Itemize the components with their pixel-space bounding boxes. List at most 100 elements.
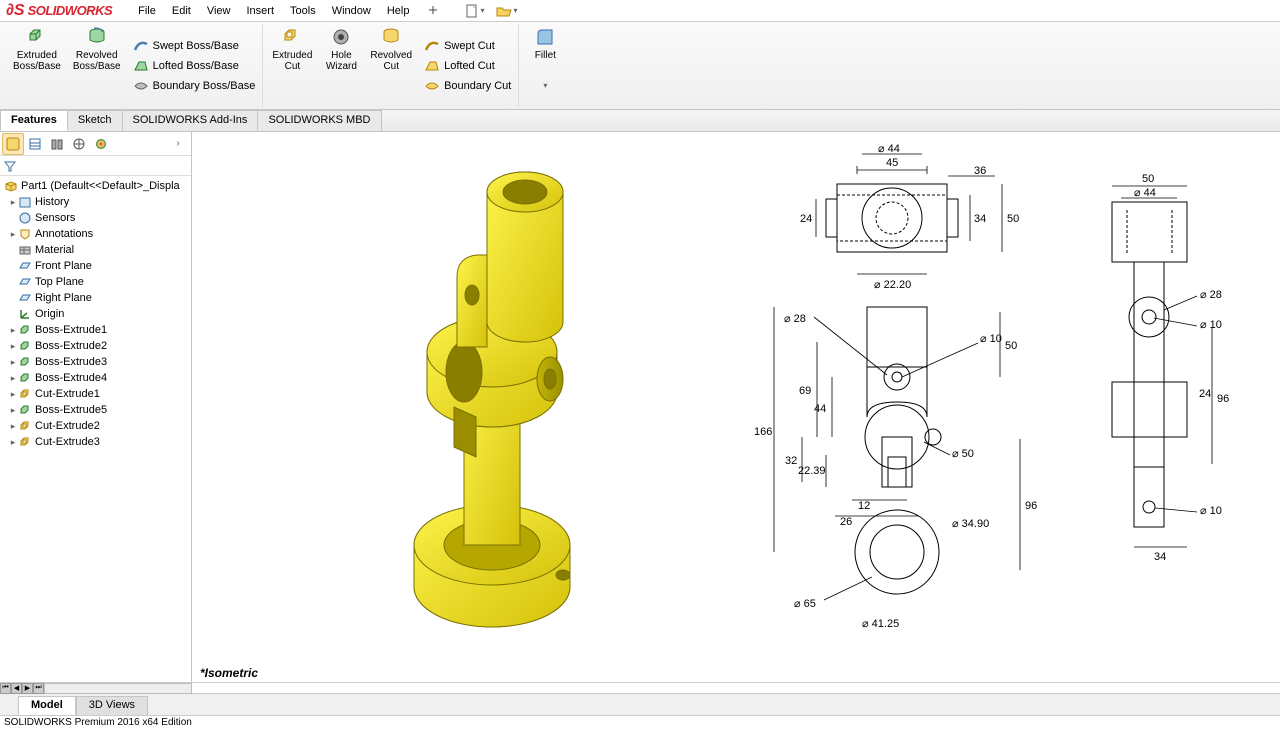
tree-item[interactable]: ▸Annotations <box>0 226 191 242</box>
tree-item[interactable]: ▸ Boss-Extrude3 <box>0 354 191 370</box>
lofted-cut-button[interactable]: Lofted Cut <box>420 57 515 75</box>
tree-item[interactable]: Front Plane <box>0 258 191 274</box>
boss-icon <box>18 355 32 369</box>
tab-model[interactable]: Model <box>18 696 76 715</box>
tree-item[interactable]: ▸Cut-Extrude3 <box>0 434 191 450</box>
svg-text:12: 12 <box>858 500 870 512</box>
filter-icon[interactable] <box>4 160 16 172</box>
svg-text:44: 44 <box>814 403 826 415</box>
boss-icon <box>18 339 32 353</box>
svg-text:34: 34 <box>974 213 986 225</box>
tab-mbd[interactable]: SOLIDWORKS MBD <box>257 110 381 131</box>
boundary-boss-button[interactable]: Boundary Boss/Base <box>129 77 260 95</box>
swept-boss-button[interactable]: Swept Boss/Base <box>129 37 260 55</box>
menu-file[interactable]: File <box>130 2 164 20</box>
cut-icon <box>18 387 32 401</box>
expand-icon[interactable]: ▸ <box>8 405 18 416</box>
menu-tools[interactable]: Tools <box>282 2 324 20</box>
menu-edit[interactable]: Edit <box>164 2 199 20</box>
svg-text:96: 96 <box>1217 393 1229 405</box>
svg-text:22.39: 22.39 <box>798 465 826 477</box>
scroll-next-icon[interactable]: ▶ <box>22 683 33 694</box>
expand-icon[interactable]: ▸ <box>8 325 18 336</box>
plane-icon <box>18 259 32 273</box>
extruded-cut-icon <box>281 26 303 48</box>
menu-window[interactable]: Window <box>324 2 379 20</box>
tree-item[interactable]: ▸History <box>0 194 191 210</box>
cut-icon <box>18 435 32 449</box>
tree-item-label: Boss-Extrude3 <box>35 356 107 368</box>
svg-text:96: 96 <box>1025 500 1037 512</box>
tab-features[interactable]: Features <box>0 110 68 131</box>
tree-item[interactable]: Top Plane <box>0 274 191 290</box>
tree-item[interactable]: ▸Boss-Extrude4 <box>0 370 191 386</box>
panel-expand-icon[interactable]: › <box>167 133 189 155</box>
svg-text:⌀ 10: ⌀ 10 <box>1200 505 1222 517</box>
tree-item[interactable]: ▸Cut-Extrude1 <box>0 386 191 402</box>
status-bar: SOLIDWORKS Premium 2016 x64 Edition <box>0 715 1280 731</box>
scroll-last-icon[interactable]: ⏭ <box>33 683 44 694</box>
tree-item-label: Sensors <box>35 212 75 224</box>
expand-icon[interactable]: ▸ <box>8 389 18 400</box>
tree-item[interactable]: Origin <box>0 306 191 322</box>
tree-item-label: Top Plane <box>35 276 84 288</box>
scroll-prev-icon[interactable]: ◀ <box>11 683 22 694</box>
graphics-viewport[interactable]: 45 ⌀ 44 36 24 34 50 ⌀ 22.20 <box>192 132 1280 682</box>
extruded-boss-button[interactable]: ExtrudedBoss/Base <box>7 24 67 108</box>
expand-icon[interactable]: ▸ <box>8 437 18 448</box>
panel-scrollbar: ⏮ ◀ ▶ ⏭ <box>0 682 1280 693</box>
tree-item[interactable]: ▸Boss-Extrude1 <box>0 322 191 338</box>
tree-item[interactable]: Right Plane <box>0 290 191 306</box>
tree-item[interactable]: ▸Boss-Extrude5 <box>0 402 191 418</box>
expand-icon[interactable]: ▸ <box>8 421 18 432</box>
svg-text:32: 32 <box>785 455 797 467</box>
tab-addins[interactable]: SOLIDWORKS Add-Ins <box>122 110 259 131</box>
boss-icon <box>18 323 32 337</box>
scroll-first-icon[interactable]: ⏮ <box>0 683 11 694</box>
new-document-button[interactable]: ▾ <box>461 2 488 20</box>
material-icon <box>18 243 32 257</box>
hole-wizard-button[interactable]: HoleWizard <box>318 24 364 108</box>
config-tab-icon[interactable] <box>46 133 68 155</box>
tree-item[interactable]: Material <box>0 242 191 258</box>
boss-icon <box>18 371 32 385</box>
svg-text:⌀ 28: ⌀ 28 <box>784 313 806 325</box>
menu-insert[interactable]: Insert <box>239 2 283 20</box>
expand-icon[interactable]: ▸ <box>8 197 18 208</box>
property-tab-icon[interactable] <box>24 133 46 155</box>
app-logo: ∂S SOLIDWORKS <box>0 2 118 20</box>
expand-icon[interactable]: ▸ <box>8 373 18 384</box>
menu-help[interactable]: Help <box>379 2 418 20</box>
expand-icon[interactable]: ▸ <box>8 357 18 368</box>
expand-icon[interactable]: ▸ <box>8 229 18 240</box>
swept-cut-button[interactable]: Swept Cut <box>420 37 515 55</box>
tree-root[interactable]: Part1 (Default<<Default>_Displa <box>0 178 191 194</box>
tab-sketch[interactable]: Sketch <box>67 110 123 131</box>
open-document-button[interactable]: ▾ <box>492 2 521 20</box>
command-tabs: Features Sketch SOLIDWORKS Add-Ins SOLID… <box>0 110 1280 132</box>
dimxpert-tab-icon[interactable] <box>68 133 90 155</box>
extruded-cut-button[interactable]: ExtrudedCut <box>266 24 318 108</box>
ribbon: ExtrudedBoss/Base RevolvedBoss/Base Swep… <box>0 22 1280 110</box>
pin-icon[interactable] <box>423 2 443 20</box>
ribbon-dropdown[interactable]: ▾ <box>540 63 550 107</box>
tree-item[interactable]: ▸Cut-Extrude2 <box>0 418 191 434</box>
tab-3d-views[interactable]: 3D Views <box>76 696 148 715</box>
tree-item[interactable]: Sensors <box>0 210 191 226</box>
title-bar: ∂S SOLIDWORKS File Edit View Insert Tool… <box>0 0 1280 22</box>
revolved-cut-button[interactable]: RevolvedCut <box>364 24 418 108</box>
plane-icon <box>18 291 32 305</box>
menu-view[interactable]: View <box>199 2 239 20</box>
feature-tree-tab-icon[interactable] <box>2 133 24 155</box>
svg-text:24: 24 <box>800 213 812 225</box>
lofted-boss-button[interactable]: Lofted Boss/Base <box>129 57 260 75</box>
display-tab-icon[interactable] <box>90 133 112 155</box>
feature-tree[interactable]: Part1 (Default<<Default>_Displa ▸History… <box>0 176 191 682</box>
revolved-cut-icon <box>380 26 402 48</box>
boundary-cut-button[interactable]: Boundary Cut <box>420 77 515 95</box>
sensors-icon <box>18 211 32 225</box>
revolved-boss-button[interactable]: RevolvedBoss/Base <box>67 24 127 108</box>
expand-icon[interactable]: ▸ <box>8 341 18 352</box>
fillet-button[interactable]: Fillet <box>522 24 568 63</box>
tree-item[interactable]: ▸Boss-Extrude2 <box>0 338 191 354</box>
